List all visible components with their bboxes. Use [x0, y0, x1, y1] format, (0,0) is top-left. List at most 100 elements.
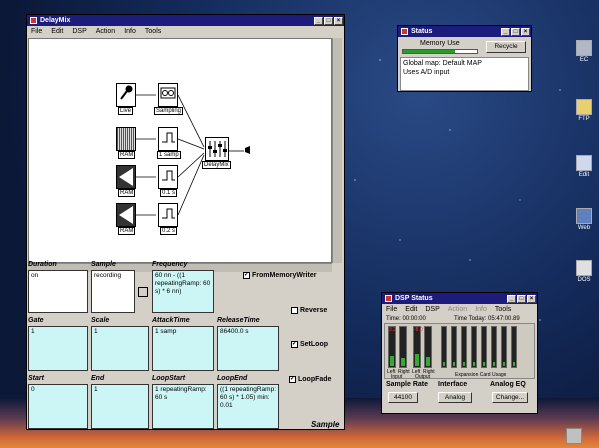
canvas-vertical-scrollbar[interactable] — [332, 38, 342, 263]
set-loop-box[interactable]: ✓ — [291, 341, 298, 348]
start-label: Start — [28, 375, 44, 382]
close-button[interactable]: × — [521, 27, 530, 36]
desktop-icon-ftp[interactable]: FTP — [571, 99, 597, 122]
desktop-icon-ec[interactable]: EC — [571, 40, 597, 63]
interface-select[interactable]: Analog — [438, 392, 472, 403]
ram-node-1[interactable] — [116, 127, 136, 151]
mixer-icon — [208, 141, 227, 157]
reverse-box[interactable] — [291, 307, 298, 314]
menu-edit[interactable]: Edit — [405, 306, 417, 313]
recycle-button[interactable]: Recycle — [486, 41, 526, 53]
expansion-label: Expansion Card Usage — [455, 372, 507, 378]
node-label-1samp: 1 samp — [157, 151, 181, 159]
dsp-menubar: File Edit DSP Action Info Tools — [382, 304, 537, 315]
loop-end-param: LoopEnd ((1 repeatingRamp: 60 s) * 1.05)… — [217, 375, 279, 429]
sample-browse-button[interactable] — [138, 287, 148, 297]
sample-param: Sample recording — [91, 261, 149, 313]
gate-field[interactable]: 1 — [28, 326, 88, 371]
duration-field[interactable]: on — [28, 270, 88, 313]
loop-start-field[interactable]: 1 repeatingRamp: 60 s — [152, 384, 214, 429]
menu-dsp[interactable]: DSP — [425, 306, 439, 313]
signal-flow-canvas[interactable]: Live Sampling RAM 1 samp RAM 0.1 s RAM 0… — [28, 38, 332, 263]
maximize-button[interactable]: □ — [511, 27, 520, 36]
gate-label: Gate — [28, 317, 44, 324]
meters-panel: 3.2 -8.0 Left Right Left Right Input Out… — [384, 323, 535, 380]
minimize-button[interactable]: _ — [501, 27, 510, 36]
sample-rate-select[interactable]: 44100 — [388, 392, 418, 403]
delay-icon — [162, 170, 175, 181]
menu-info[interactable]: Info — [475, 306, 487, 313]
loop-fade-checkbox[interactable]: ✓ LoopFade — [289, 376, 331, 383]
live-mic-node[interactable] — [116, 83, 136, 107]
gate-param: Gate 1 — [28, 317, 88, 371]
frequency-label: Frequency — [152, 261, 188, 268]
panel-footer-label: Sample — [311, 420, 340, 429]
loop-end-field[interactable]: ((1 repeatingRamp: 60 s) * 1.05) min: 0.… — [217, 384, 279, 429]
desktop-icon-label: FTP — [578, 116, 590, 122]
maximize-button[interactable]: □ — [517, 294, 526, 303]
menu-file[interactable]: File — [386, 306, 397, 313]
from-memory-writer-label: FromMemoryWriter — [252, 272, 317, 279]
expansion-meter-8 — [511, 326, 517, 368]
loop-fade-box[interactable]: ✓ — [289, 376, 296, 383]
connection-lines — [136, 94, 250, 216]
menu-dsp[interactable]: DSP — [72, 28, 86, 35]
status-window: Status _ □ × Memory Use Recycle Global m… — [397, 25, 532, 92]
end-label: End — [91, 375, 105, 382]
close-button[interactable]: × — [527, 294, 536, 303]
from-memory-writer-box[interactable]: ✓ — [243, 272, 250, 279]
maximize-button[interactable]: □ — [324, 16, 333, 25]
ram-node-3[interactable] — [116, 203, 136, 227]
app-icon — [401, 28, 408, 35]
menu-edit[interactable]: Edit — [51, 28, 63, 35]
menu-action[interactable]: Action — [96, 28, 115, 35]
end-field[interactable]: 1 — [91, 384, 149, 429]
frequency-field[interactable]: 60 nn - ((1 repeatingRamp: 60 s) * 6 nn) — [152, 270, 214, 313]
delay-node-1samp[interactable] — [158, 127, 178, 151]
input-label: Input — [391, 374, 403, 380]
node-label-ram-1: RAM — [118, 151, 136, 159]
set-loop-checkbox[interactable]: ✓ SetLoop — [291, 341, 328, 348]
delaymix-titlebar[interactable]: DelayMix _ □ × — [27, 15, 344, 26]
reverse-checkbox[interactable]: Reverse — [291, 307, 327, 314]
start-field[interactable]: 0 — [28, 384, 88, 429]
sampling-node[interactable] — [158, 83, 178, 107]
close-button[interactable]: × — [334, 16, 343, 25]
folder-icon — [576, 99, 592, 115]
window-title: DelayMix — [40, 17, 71, 24]
delaymix-node[interactable] — [205, 137, 229, 161]
time-today-label: Time Today: 05:47:00.89 — [454, 316, 520, 322]
minimize-button[interactable]: _ — [507, 294, 516, 303]
menu-info[interactable]: Info — [124, 28, 136, 35]
expansion-meter-7 — [501, 326, 507, 368]
desktop-icon-web[interactable]: Web — [571, 208, 597, 231]
analog-eq-change-button[interactable]: Change... — [492, 392, 528, 403]
menubar: File Edit DSP Action Info Tools — [27, 26, 344, 37]
attack-time-label: AttackTime — [152, 317, 190, 324]
scale-param: Scale 1 — [91, 317, 149, 371]
desktop-icon-edit[interactable]: Edit — [571, 155, 597, 178]
delay-node-0.2s[interactable] — [158, 203, 178, 227]
attack-time-field[interactable]: 1 samp — [152, 326, 214, 371]
ram-node-2[interactable] — [116, 165, 136, 189]
dsp-titlebar[interactable]: DSP Status _ □ × — [382, 293, 537, 304]
sample-field[interactable]: recording — [91, 270, 135, 313]
recycle-bin-icon[interactable] — [566, 428, 582, 444]
minimize-button[interactable]: _ — [314, 16, 323, 25]
app-icon — [30, 17, 37, 24]
desktop-icon-dos[interactable]: DOS — [571, 260, 597, 283]
release-time-label: ReleaseTime — [217, 317, 260, 324]
end-param: End 1 — [91, 375, 149, 429]
node-label-0.1s: 0.1 s — [160, 189, 178, 197]
menu-tools[interactable]: Tools — [145, 28, 161, 35]
menu-tools[interactable]: Tools — [495, 306, 511, 313]
release-time-field[interactable]: 86400.0 s — [217, 326, 279, 371]
scale-field[interactable]: 1 — [91, 326, 149, 371]
menu-action[interactable]: Action — [448, 306, 467, 313]
delay-node-0.1s[interactable] — [158, 165, 178, 189]
status-titlebar[interactable]: Status _ □ × — [398, 26, 531, 37]
menu-file[interactable]: File — [31, 28, 42, 35]
node-label-delaymix: DelayMix — [202, 161, 231, 169]
from-memory-writer-checkbox[interactable]: ✓ FromMemoryWriter — [243, 272, 316, 279]
memory-use-label: Memory Use — [420, 40, 460, 47]
